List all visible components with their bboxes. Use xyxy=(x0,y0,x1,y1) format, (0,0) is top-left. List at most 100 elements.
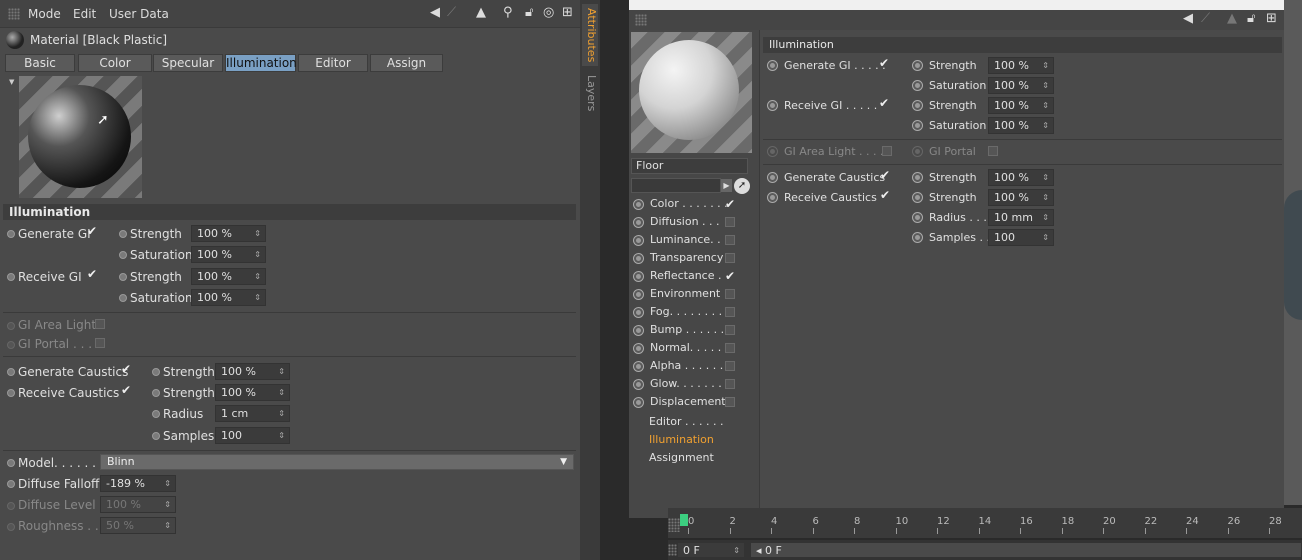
gi-area-light-checkbox[interactable] xyxy=(882,146,892,156)
spinner-icon[interactable]: ⇕ xyxy=(254,226,261,241)
gi-portal-checkbox[interactable] xyxy=(988,146,998,156)
generate-caustics-checkbox[interactable]: ✔ xyxy=(880,169,891,181)
material-name-field[interactable]: Floor xyxy=(631,158,748,174)
channel-label[interactable]: Transparency xyxy=(650,251,723,264)
grip-icon[interactable] xyxy=(668,518,680,532)
receive-caustics-checkbox[interactable]: ✔ xyxy=(880,189,891,201)
spinner-icon[interactable]: ⇕ xyxy=(164,497,171,512)
model-radio[interactable] xyxy=(7,459,15,467)
channel-checkbox[interactable] xyxy=(725,217,735,227)
channel-label[interactable]: Normal. . . . . xyxy=(650,341,721,354)
generate-caustics-radio[interactable] xyxy=(767,172,778,183)
up-arrow-icon[interactable]: ▲ xyxy=(1227,12,1237,26)
spinner-icon[interactable]: ⇕ xyxy=(278,385,285,400)
receive-caustics-radio[interactable] xyxy=(767,192,778,203)
spinner-icon[interactable]: ⇕ xyxy=(1042,190,1049,205)
spinner-icon[interactable]: ⇕ xyxy=(278,428,285,443)
strength-radio[interactable] xyxy=(912,60,923,71)
tab-basic[interactable]: Basic xyxy=(5,54,75,72)
generate-caustics-checkbox[interactable]: ✔ xyxy=(121,363,132,375)
caus-gen-strength-field[interactable]: 100 % ⇕ xyxy=(215,363,290,380)
caus-gen-strength-field[interactable]: 100 % ⇕ xyxy=(988,169,1054,186)
samples-radio[interactable] xyxy=(152,432,160,440)
channel-checkbox[interactable]: ✔ xyxy=(725,270,736,282)
channel-radio[interactable] xyxy=(633,199,644,210)
channel-label[interactable]: Diffusion . . . xyxy=(650,215,720,228)
spinner-icon[interactable]: ⇕ xyxy=(1042,58,1049,73)
spinner-icon[interactable]: ⇕ xyxy=(164,518,171,533)
saturation-radio[interactable] xyxy=(912,80,923,91)
channel-radio[interactable] xyxy=(633,343,644,354)
channel-radio[interactable] xyxy=(633,379,644,390)
strength-radio[interactable] xyxy=(119,230,127,238)
caus-rec-strength-field[interactable]: 100 % ⇕ xyxy=(215,384,290,401)
gi-rec-saturation-field[interactable]: 100 % ⇕ xyxy=(988,117,1054,134)
strength-radio[interactable] xyxy=(152,389,160,397)
up-arrow-icon[interactable]: ▲ xyxy=(476,6,486,20)
lock-icon[interactable]: 🔓︎ xyxy=(1247,12,1255,26)
spinner-icon[interactable]: ⇕ xyxy=(733,543,740,558)
pointer-icon[interactable]: ➚ xyxy=(734,178,750,194)
spinner-icon[interactable]: ⇕ xyxy=(278,364,285,379)
channel-checkbox[interactable] xyxy=(725,253,735,263)
menu-user-data[interactable]: User Data xyxy=(109,7,169,21)
spinner-icon[interactable]: ⇕ xyxy=(278,406,285,421)
menu-mode[interactable]: Mode xyxy=(28,7,61,21)
generate-gi-checkbox[interactable]: ✔ xyxy=(879,57,890,69)
channel-radio[interactable] xyxy=(633,253,644,264)
gi-gen-saturation-field[interactable]: 100 % ⇕ xyxy=(988,77,1054,94)
caus-samples-field[interactable]: 100 ⇕ xyxy=(988,229,1054,246)
saturation-radio[interactable] xyxy=(912,120,923,131)
channel-search-input[interactable] xyxy=(631,178,721,193)
receive-gi-checkbox[interactable]: ✔ xyxy=(87,268,98,280)
tab-color[interactable]: Color xyxy=(78,54,152,72)
spinner-icon[interactable]: ⇕ xyxy=(1042,118,1049,133)
diffuse-level-field[interactable]: 100 % ⇕ xyxy=(100,496,176,513)
receive-gi-radio[interactable] xyxy=(767,100,778,111)
channel-checkbox[interactable]: ✔ xyxy=(725,198,736,210)
material-preview[interactable] xyxy=(631,32,752,153)
caus-radius-field[interactable]: 1 cm ⇕ xyxy=(215,405,290,422)
forward-arrow-icon[interactable]: ⟋ xyxy=(447,6,456,20)
caus-samples-field[interactable]: 100 ⇕ xyxy=(215,427,290,444)
strength-radio[interactable] xyxy=(912,100,923,111)
spinner-icon[interactable]: ⇕ xyxy=(1042,78,1049,93)
spinner-icon[interactable]: ⇕ xyxy=(1042,230,1049,245)
channel-checkbox[interactable] xyxy=(725,343,735,353)
channel-checkbox[interactable] xyxy=(725,307,735,317)
channel-label[interactable]: Luminance. . xyxy=(650,233,721,246)
tab-editor[interactable]: Editor xyxy=(298,54,368,72)
channel-assignment[interactable]: Assignment xyxy=(649,451,714,464)
channel-label[interactable]: Displacement xyxy=(650,395,726,408)
generate-gi-radio[interactable] xyxy=(7,230,15,238)
channel-checkbox[interactable] xyxy=(725,361,735,371)
gi-area-light-radio[interactable] xyxy=(767,146,778,157)
strength-radio[interactable] xyxy=(119,273,127,281)
channel-label[interactable]: Reflectance . xyxy=(650,269,722,282)
generate-gi-radio[interactable] xyxy=(767,60,778,71)
channel-editor[interactable]: Editor . . . . . . xyxy=(649,415,724,428)
tab-assign[interactable]: Assign xyxy=(370,54,443,72)
receive-gi-checkbox[interactable]: ✔ xyxy=(879,97,890,109)
channel-label[interactable]: Alpha . . . . . . xyxy=(650,359,723,372)
channel-radio[interactable] xyxy=(633,397,644,408)
channel-label[interactable]: Fog. . . . . . . . xyxy=(650,305,722,318)
strength-radio[interactable] xyxy=(912,172,923,183)
viewport[interactable] xyxy=(1284,0,1302,505)
collapse-arrow-icon[interactable]: ▼ xyxy=(9,78,14,86)
spinner-icon[interactable]: ⇕ xyxy=(1042,210,1049,225)
channel-radio[interactable] xyxy=(633,361,644,372)
receive-caustics-checkbox[interactable]: ✔ xyxy=(121,384,132,396)
channel-label[interactable]: Environment xyxy=(650,287,720,300)
generate-caustics-radio[interactable] xyxy=(7,368,15,376)
gi-portal-radio[interactable] xyxy=(7,341,15,349)
caus-rec-strength-field[interactable]: 100 % ⇕ xyxy=(988,189,1054,206)
target-icon[interactable]: ◎ xyxy=(543,6,554,20)
channel-radio[interactable] xyxy=(633,217,644,228)
spinner-icon[interactable]: ⇕ xyxy=(1042,170,1049,185)
gi-area-light-radio[interactable] xyxy=(7,322,15,330)
channel-label[interactable]: Glow. . . . . . . xyxy=(650,377,722,390)
channel-label[interactable]: Color . . . . . . . xyxy=(650,197,728,210)
gi-rec-saturation-field[interactable]: 100 % ⇕ xyxy=(191,289,266,306)
new-panel-icon[interactable]: ⊞ xyxy=(562,6,573,20)
